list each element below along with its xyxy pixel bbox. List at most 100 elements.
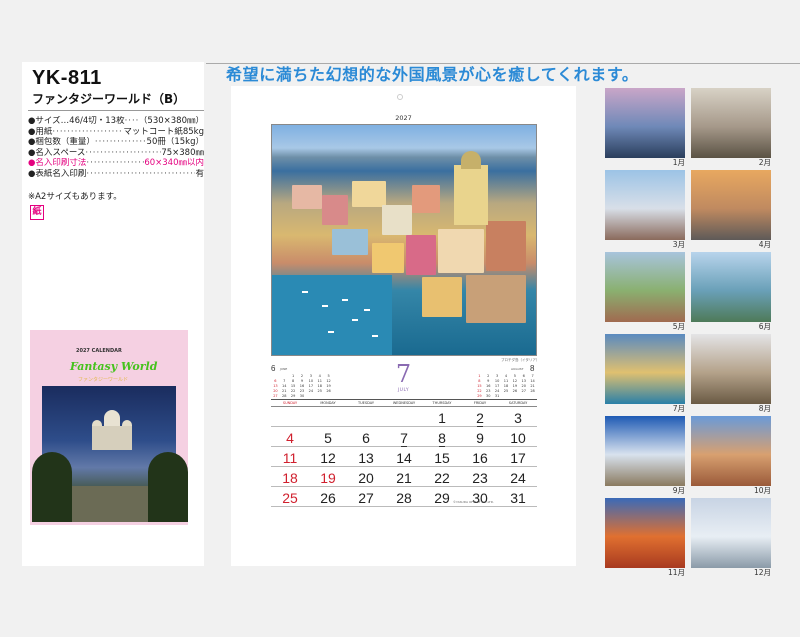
spec-label: ●名入印刷寸法 [28,158,87,169]
fine-print: ©YASUDA OFFSET CO.,LTD. [453,500,494,504]
day-cell: 2 [461,407,499,429]
week-row: 123 [271,407,537,427]
spec-row: ●名入スペース 75×380㎜ [28,148,204,159]
day-cell: 7 [385,427,423,449]
day-cell: 30 [472,490,488,506]
month-thumbnail: 8月 [691,334,771,416]
day-cell: 9 [476,430,484,446]
weekday-label: FRIDAY [473,401,487,405]
spec-value: （530×380㎜） [138,116,204,126]
day-cell: 8 [423,427,461,449]
spec-row: ●サイズ…46/4切・13枚 （530×380㎜） [28,116,204,127]
thumbnail-photo [605,88,685,158]
month-number: 7 [395,360,412,388]
day-cell: 13 [358,450,374,466]
day-cell: 23 [472,470,488,486]
day-cell [271,407,309,429]
day-cell: 14 [396,450,412,466]
day-cell: 10 [510,430,526,446]
product-name: ファンタジーワールド（B） [32,92,186,106]
spec-leader [52,127,123,138]
spec-leader [125,116,139,127]
thumbnail-label: 8月 [758,404,771,413]
spec-leader [85,148,161,159]
thumbnail-photo [691,334,771,404]
cover-thumbnail: 2027 CALENDAR Fantasy World ファンタジーワールド [30,330,188,525]
day-cell: 31 [510,490,526,506]
day-cell: 27 [358,490,374,506]
cover-title: 2027 CALENDAR [76,348,122,354]
size-note: ※A2サイズもあります。 [28,192,122,202]
week-row: 4 5 6 7 8 9 10 [271,427,537,447]
month-thumbnail: 2月 [691,88,771,170]
divider [28,110,204,111]
day-cell: 21 [396,470,412,486]
spec-label: ●用紙 [28,126,53,137]
spec-label: ●名入スペース [28,147,86,158]
weekday-label: TUESDAY [357,401,375,405]
day-cell [385,407,423,429]
weekday-label: SATURDAY [508,401,528,405]
day-cell: 28 [396,490,412,506]
thumbnail-photo [605,334,685,404]
thumbnail-label: 4月 [758,240,771,249]
calendar-sheet: 2027 プロチダ島（イタリア） 6 JUNE 1 2 3 4 5 6 7 8 9 10 11 12 1… [231,86,576,566]
thumbnail-label: 7月 [672,404,685,413]
thumbnail-photo [691,416,771,486]
day-cell: 29 [434,490,450,506]
weekday-label: THURSDAY [432,401,452,405]
day-cell: 12 [320,450,336,466]
month-grid: SUNDAY MONDAY TUESDAY WEDNESDAY THURSDAY FRID… [271,399,537,507]
month-thumbnail: 1月 [605,88,685,170]
thumbnail-label: 6月 [758,322,771,331]
day-cell: 16 [472,450,488,466]
spec-row: ●用紙 マットコート紙85kg [28,127,204,138]
cover-photo [32,386,188,522]
paper-badge-icon: 紙 [30,205,44,220]
spec-leader [95,137,147,148]
day-cell: 18 [282,470,298,486]
harbor-image [272,275,392,355]
week-row: 18 19 20 21 22 23 24 [271,467,537,487]
thumbnail-label: 10月 [753,486,771,495]
thumbnail-label: 12月 [753,568,771,577]
spec-value: 60×340㎜以内 [144,158,204,169]
day-cell: 20 [358,470,374,486]
day-cell: 11 [282,450,298,466]
day-cell: 5 [324,430,332,446]
spec-value: 50冊（15kg） [146,137,204,148]
month-thumbnail: 12月 [691,498,771,580]
weekday-label: WEDNESDAY [392,401,416,405]
month-photo [271,124,537,356]
thumbnail-label: 9月 [672,486,685,495]
day-cell: 6 [362,430,370,446]
day-cell [309,407,347,429]
thumbnail-label: 5月 [672,322,685,331]
sheet-year: 2027 [395,114,412,122]
day-cell: 22 [434,470,450,486]
month-thumbnail: 4月 [691,170,771,252]
month-thumbnail: 10月 [691,416,771,498]
spec-label: ●表紙名入印刷 [28,168,87,179]
day-cell: 24 [510,470,526,486]
month-thumbnail: 5月 [605,252,685,334]
product-info-panel: YK-811 ファンタジーワールド（B） ●サイズ…46/4切・13枚 （530×… [22,62,204,566]
thumbnail-photo [605,252,685,322]
weekday-header: SUNDAY MONDAY TUESDAY WEDNESDAY THURSDAY FRID… [271,399,537,407]
week-row: 25 26 27 28 29 30 31 [271,487,537,507]
spec-list: ●サイズ…46/4切・13枚（530×380㎜）●用紙マットコート紙85kg●梱… [28,116,204,180]
spec-row: ●名入印刷寸法 60×340㎜以内 [28,158,204,169]
cover-subtitle: ファンタジーワールド [78,377,129,383]
hanging-hole-icon [397,94,403,100]
day-cell: 19 [320,470,336,486]
thumbnail-label: 3月 [672,240,685,249]
month-thumbnail: 3月 [605,170,685,252]
thumbnail-label: 1月 [672,158,685,167]
month-name: JULY [397,388,410,393]
day-cell: 3 [514,410,522,426]
thumbnail-photo [691,252,771,322]
day-cell [347,407,385,429]
spec-row: ●梱包数（重量） 50冊（15kg） [28,137,204,148]
month-thumbnail: 11月 [605,498,685,580]
month-thumbnail: 9月 [605,416,685,498]
